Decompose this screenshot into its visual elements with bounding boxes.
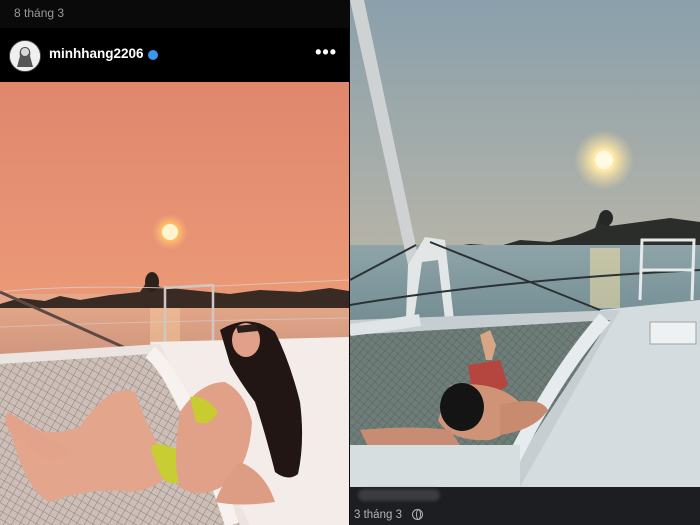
left-date-bar: 8 tháng 3	[0, 0, 349, 28]
username[interactable]: minhhang2206	[49, 46, 144, 61]
right-post: 3 tháng 3	[350, 0, 700, 525]
left-post-photo[interactable]	[0, 82, 349, 525]
right-post-photo[interactable]	[350, 0, 700, 487]
more-options-icon[interactable]: •••	[315, 42, 337, 63]
verified-badge-icon	[148, 50, 158, 60]
globe-icon	[412, 509, 423, 520]
right-post-date[interactable]: 3 tháng 3	[354, 509, 402, 521]
post-header: minhhang2206 •••	[0, 30, 349, 82]
right-post-footer: 3 tháng 3	[350, 487, 700, 525]
avatar-icon[interactable]	[9, 40, 41, 72]
left-post: 8 tháng 3 minhhang2206 •••	[0, 0, 349, 525]
left-post-date: 8 tháng 3	[14, 6, 65, 20]
blurred-author-name	[358, 489, 440, 501]
comparison-collage: 8 tháng 3 minhhang2206 ••• 3 tháng 3	[0, 0, 700, 525]
